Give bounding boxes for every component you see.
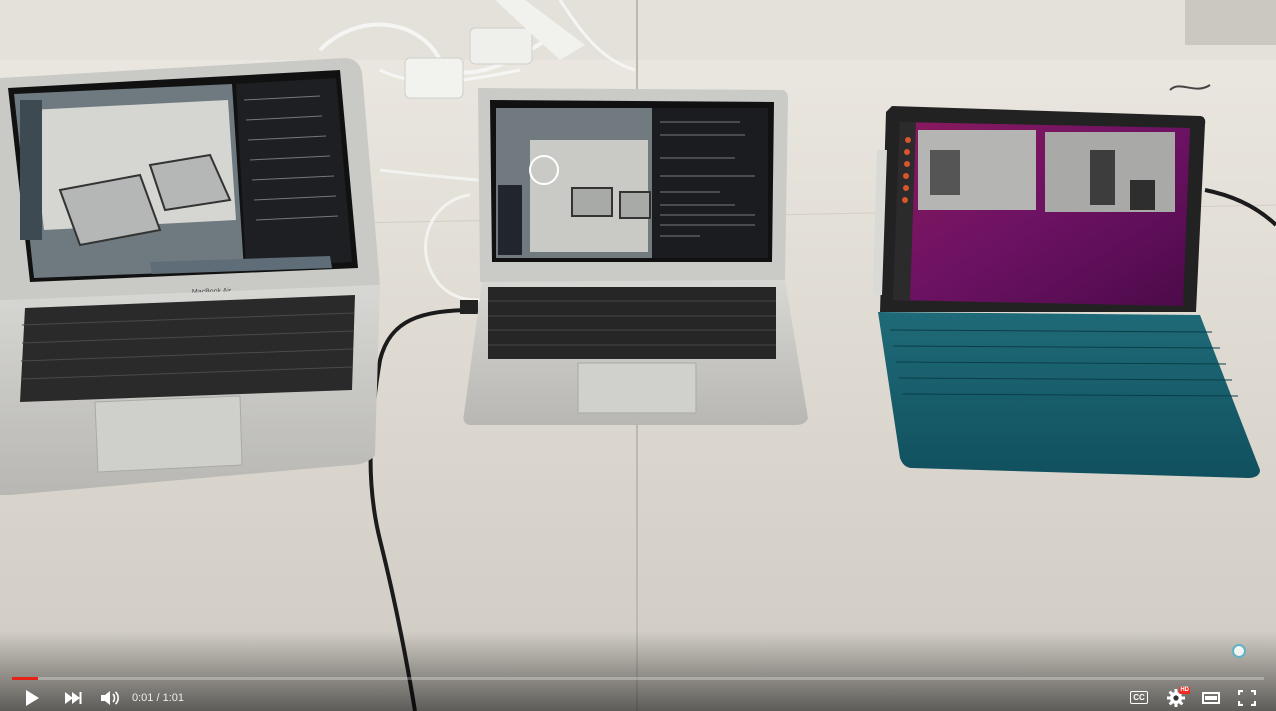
captions-button[interactable]: CC [1128, 684, 1150, 711]
progress-played [12, 677, 39, 680]
captions-icon: CC [1130, 691, 1148, 704]
theater-mode-icon [1202, 691, 1220, 704]
loading-spinner-icon [1232, 644, 1246, 658]
video-frame: MacBook Air [0, 0, 1276, 711]
next-button[interactable] [60, 684, 86, 711]
player-controls: 0:01 / 1:01 CC HD [0, 684, 1276, 711]
duration: 1:01 [162, 691, 185, 704]
volume-icon [101, 690, 119, 705]
play-button[interactable] [20, 684, 44, 711]
captions-label: CC [1133, 693, 1145, 702]
left-laptop: MacBook Air [0, 58, 380, 495]
hd-badge: HD [1179, 686, 1190, 694]
fullscreen-button[interactable] [1236, 684, 1258, 711]
middle-laptop [463, 88, 808, 425]
theater-mode-button[interactable] [1200, 684, 1222, 711]
volume-button[interactable] [98, 684, 122, 711]
time-separator: / [153, 691, 163, 704]
current-time: 0:01 [132, 691, 154, 704]
fullscreen-icon [1238, 689, 1256, 706]
time-display: 0:01 / 1:01 [132, 684, 184, 711]
settings-button[interactable]: HD [1164, 684, 1190, 711]
next-icon [65, 691, 82, 704]
progress-bar[interactable] [12, 677, 1264, 680]
video-player[interactable]: MacBook Air 0:01 / 1:01 CC HD [0, 0, 1276, 711]
play-icon [26, 689, 39, 706]
